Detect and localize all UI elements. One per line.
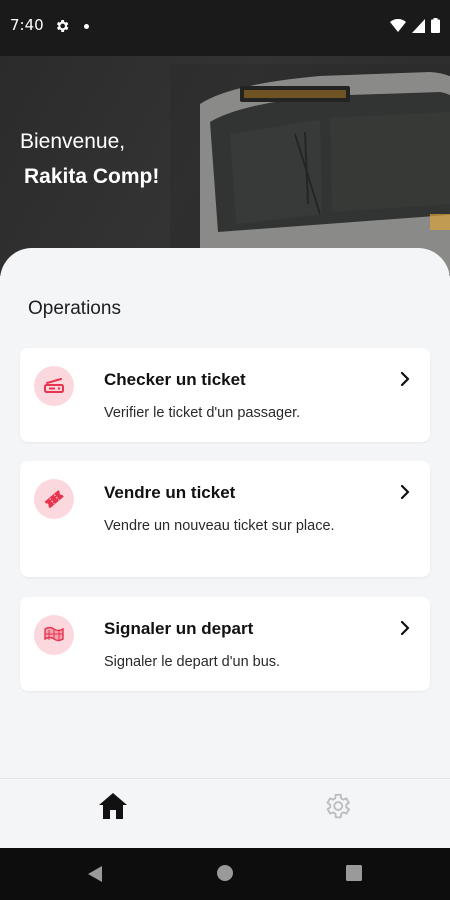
back-icon[interactable] [86,864,104,884]
nav-home-tab[interactable] [96,789,130,823]
bottom-navigation [0,778,450,849]
card-title: Signaler un depart [104,619,254,638]
status-time: 7:40 [10,16,44,34]
home-icon [99,793,127,819]
section-title: Operations [28,298,121,319]
greeting-text: Bienvenue, [20,130,126,153]
wifi-icon [390,18,406,32]
operation-card-sell-ticket[interactable]: Vendre un ticket Vendre un nouveau ticke… [20,461,430,577]
chevron-right-icon [400,621,410,635]
scanner-icon [34,366,74,406]
signal-icon [412,18,425,33]
operation-card-report-departure[interactable]: Signaler un depart Signaler le depart d'… [20,597,430,691]
settings-icon [326,793,351,819]
hero-banner: Bienvenue, Rakita Comp! [0,56,450,276]
status-indicators [390,18,440,33]
ticket-icon [34,479,74,519]
card-title: Vendre un ticket [104,483,236,502]
bus-image [170,64,450,274]
card-description: Vendre un nouveau ticket sur place. [104,518,335,534]
settings-status-icon [56,20,69,32]
chevron-right-icon [400,485,410,499]
card-title: Checker un ticket [104,370,246,389]
operation-card-check-ticket[interactable]: Checker un ticket Verifier le ticket d'u… [20,348,430,442]
recent-apps-icon[interactable] [346,865,362,881]
home-circle-icon[interactable] [216,864,234,882]
nav-settings-tab[interactable] [320,789,354,823]
user-name: Rakita Comp! [24,165,160,188]
status-bar: 7:40 [0,0,450,56]
operations-panel: Operations Checker un ticket Verifier le… [0,248,450,778]
flag-icon [34,615,74,655]
app-screen: 7:40 Bienvenue, Rakita Comp! Operations … [0,0,450,900]
notification-dot [84,24,89,29]
chevron-right-icon [400,372,410,386]
system-navigation-bar [0,848,450,900]
card-description: Signaler le depart d'un bus. [104,654,281,670]
card-description: Verifier le ticket d'un passager. [104,405,301,421]
battery-icon [431,18,440,33]
